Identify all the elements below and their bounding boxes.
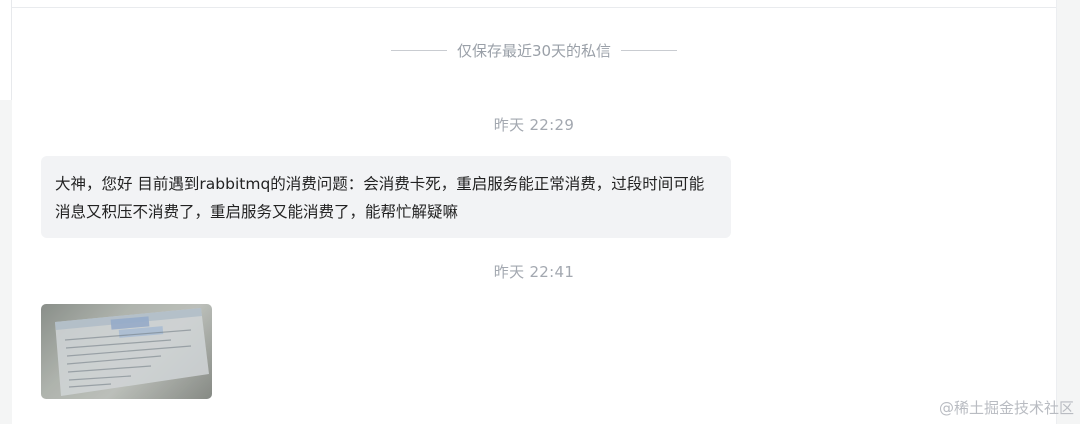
message-timestamp: 昨天 22:41 <box>493 263 575 281</box>
photo-screenshot-icon <box>41 304 212 399</box>
image-message-thumbnail[interactable] <box>41 304 212 399</box>
retention-notice: 仅保存最近30天的私信 <box>12 38 1056 62</box>
notice-divider-right <box>621 49 678 51</box>
left-panel-edge <box>0 0 12 100</box>
watermark: @稀土掘金技术社区 <box>938 399 1074 417</box>
notice-text: 仅保存最近30天的私信 <box>456 41 612 60</box>
message-panel: 仅保存最近30天的私信 昨天 22:29 大神，您好 目前遇到rabbitmq的… <box>12 0 1057 424</box>
message-timestamp: 昨天 22:29 <box>493 116 575 134</box>
panel-top-divider <box>12 7 1056 8</box>
message-bubble[interactable]: 大神，您好 目前遇到rabbitmq的消费问题：会消费卡死，重启服务能正常消费，… <box>41 156 731 238</box>
notice-divider-left <box>390 49 447 51</box>
